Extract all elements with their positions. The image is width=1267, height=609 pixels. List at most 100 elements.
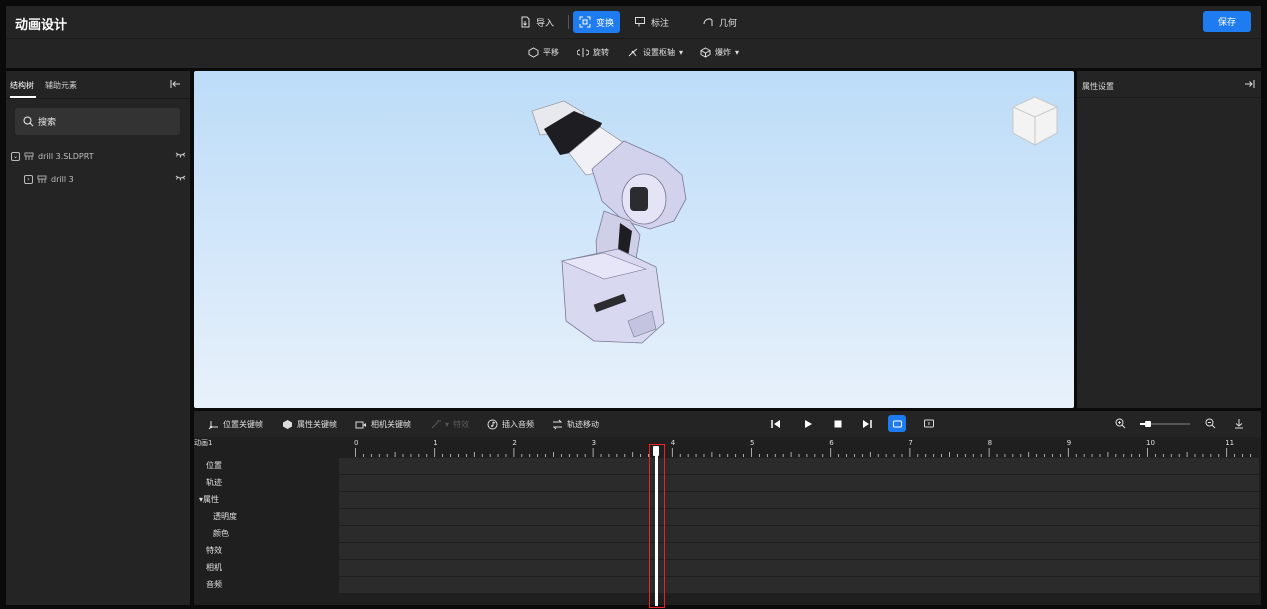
visibility-icon[interactable] <box>175 174 186 182</box>
axis-icon <box>208 421 218 430</box>
pivot-icon <box>628 48 638 57</box>
translate-button[interactable]: 平移 <box>528 47 559 58</box>
step-back-icon[interactable] <box>771 419 781 429</box>
track-row-effects[interactable] <box>339 543 1259 559</box>
playhead-handle[interactable] <box>653 446 659 456</box>
expand-toggle-icon[interactable]: › <box>24 174 33 184</box>
attribute-keyframe-label: 属性关键帧 <box>297 420 337 429</box>
ruler-tick-label: 0 <box>354 439 358 447</box>
position-keyframe-label: 位置关键帧 <box>223 420 263 429</box>
track-row-opacity[interactable] <box>339 509 1259 525</box>
track-label-color[interactable]: 颜色 <box>213 528 229 539</box>
play-icon[interactable] <box>803 419 813 429</box>
track-label-effects[interactable]: 特效 <box>206 545 222 556</box>
time-ruler[interactable]: 0 1 2 3 4 5 6 7 8 9 10 11 <box>339 437 1261 457</box>
download-icon[interactable] <box>1234 418 1244 429</box>
track-label-opacity[interactable]: 透明度 <box>213 511 237 522</box>
tab-divider <box>6 98 190 99</box>
set-axis-button[interactable]: 设置枢轴 ▾ <box>627 47 683 58</box>
tree-node-label: drill 3.SLDPRT <box>38 151 94 161</box>
effect-button[interactable]: ▾ 特效 <box>430 419 469 430</box>
cube-move-icon <box>528 47 539 58</box>
chevron-down-icon: ▾ <box>735 48 740 57</box>
zoom-in-icon[interactable] <box>1115 418 1126 429</box>
camera-keyframe-button[interactable]: 相机关键帧 <box>355 419 411 430</box>
view-cube-icon[interactable] <box>1007 93 1063 149</box>
track-label-camera[interactable]: 相机 <box>206 562 222 573</box>
3d-viewport[interactable] <box>194 71 1074 408</box>
translate-label: 平移 <box>543 48 559 57</box>
ruler-tick-label: 10 <box>1146 439 1155 447</box>
camera-icon <box>355 421 366 428</box>
collapse-toggle-icon[interactable]: ⌄ <box>11 151 20 161</box>
loop-icon <box>892 420 902 427</box>
tree-node-child[interactable]: › drill 3 <box>24 171 186 187</box>
import-icon <box>521 16 530 28</box>
toolbar-divider <box>568 15 569 29</box>
import-button[interactable]: 导入 <box>514 11 560 33</box>
collapse-panel-icon[interactable] <box>170 79 181 92</box>
search-label: 搜索 <box>38 118 57 128</box>
timeline-tracks[interactable]: 0 1 2 3 4 5 6 7 8 9 10 11 <box>339 437 1261 605</box>
zoom-slider-thumb[interactable] <box>1144 421 1151 427</box>
playhead-line[interactable] <box>655 446 658 606</box>
import-label: 导入 <box>536 18 555 29</box>
timeline-track-labels: 动画1 位置 轨迹 ▾属性 透明度 颜色 特效 相机 音频 <box>194 437 339 605</box>
track-row-color[interactable] <box>339 526 1259 542</box>
explode-label: 爆炸 <box>715 48 731 57</box>
left-panel: 结构树 辅助元素 搜索 ⌄ drill 3.SLDPRT › drill 3 <box>6 71 190 605</box>
tab-aux-elements[interactable]: 辅助元素 <box>45 80 77 91</box>
track-row-trajectory[interactable] <box>339 475 1259 491</box>
position-keyframe-button[interactable]: 位置关键帧 <box>208 419 263 430</box>
annotate-button[interactable]: 标注 <box>628 11 675 33</box>
track-label-trajectory[interactable]: 轨迹 <box>206 477 222 488</box>
collapse-right-panel-icon[interactable] <box>1244 79 1255 92</box>
app-title: 动画设计 <box>15 18 68 33</box>
track-label-position[interactable]: 位置 <box>206 460 222 471</box>
tab-structure-tree[interactable]: 结构树 <box>10 80 34 91</box>
drill-model[interactable] <box>194 71 1074 408</box>
animation-name: 动画1 <box>194 439 213 447</box>
rotate-button[interactable]: 旋转 <box>577 47 609 58</box>
ruler-tick-label: 4 <box>671 439 676 447</box>
track-row-camera[interactable] <box>339 560 1259 576</box>
save-button[interactable]: 保存 <box>1203 11 1251 32</box>
ruler-tick-label: 6 <box>829 439 834 447</box>
transform-icon <box>579 16 591 28</box>
zoom-slider[interactable] <box>1140 421 1190 427</box>
track-row-attributes[interactable] <box>339 492 1259 508</box>
step-forward-icon[interactable] <box>862 419 872 429</box>
track-move-button[interactable]: 轨迹移动 <box>552 419 599 430</box>
attribute-keyframe-button[interactable]: 属性关键帧 <box>282 419 337 430</box>
panel-divider <box>1077 97 1261 98</box>
sub-toolbar: 平移 旋转 设置枢轴 ▾ 爆炸 ▾ <box>6 38 1261 68</box>
insert-audio-label: 插入音频 <box>502 420 534 429</box>
loop-button[interactable] <box>888 415 906 432</box>
track-label-attributes[interactable]: ▾属性 <box>199 494 219 505</box>
tree-node-root[interactable]: ⌄ drill 3.SLDPRT <box>11 148 186 164</box>
chevron-down-icon: ▾ <box>679 48 684 57</box>
explode-button[interactable]: 爆炸 ▾ <box>700 47 739 58</box>
track-row-position[interactable] <box>339 458 1259 474</box>
geometry-button[interactable]: 几何 <box>696 11 743 33</box>
timeline-panel: 位置关键帧 属性关键帧 相机关键帧 ▾ 特效 插入音频 轨迹移动 动画1 位置 … <box>194 411 1261 605</box>
ruler-tick-label: 1 <box>433 439 437 447</box>
transform-button[interactable]: 变换 <box>573 11 621 33</box>
ruler-tick-label: 8 <box>988 439 992 447</box>
part-icon <box>24 152 34 160</box>
zoom-out-icon[interactable] <box>1205 418 1216 429</box>
tree-node-label: drill 3 <box>51 174 74 184</box>
title-bar: 动画设计 导入 变换 标注 几何 保存 <box>6 6 1261 38</box>
track-row-audio[interactable] <box>339 577 1259 593</box>
visibility-icon[interactable] <box>175 151 186 159</box>
insert-audio-button[interactable]: 插入音频 <box>487 419 534 430</box>
ruler-tick-label: 5 <box>750 439 754 447</box>
track-label-audio[interactable]: 音频 <box>206 579 222 590</box>
ruler-tick-label: 3 <box>592 439 596 447</box>
loop-once-icon[interactable] <box>923 418 935 429</box>
ruler-tick-label: 7 <box>908 439 912 447</box>
cube-icon <box>283 420 292 429</box>
stop-icon[interactable] <box>833 419 843 429</box>
search-input[interactable]: 搜索 <box>15 108 180 135</box>
properties-title: 属性设置 <box>1082 82 1114 91</box>
